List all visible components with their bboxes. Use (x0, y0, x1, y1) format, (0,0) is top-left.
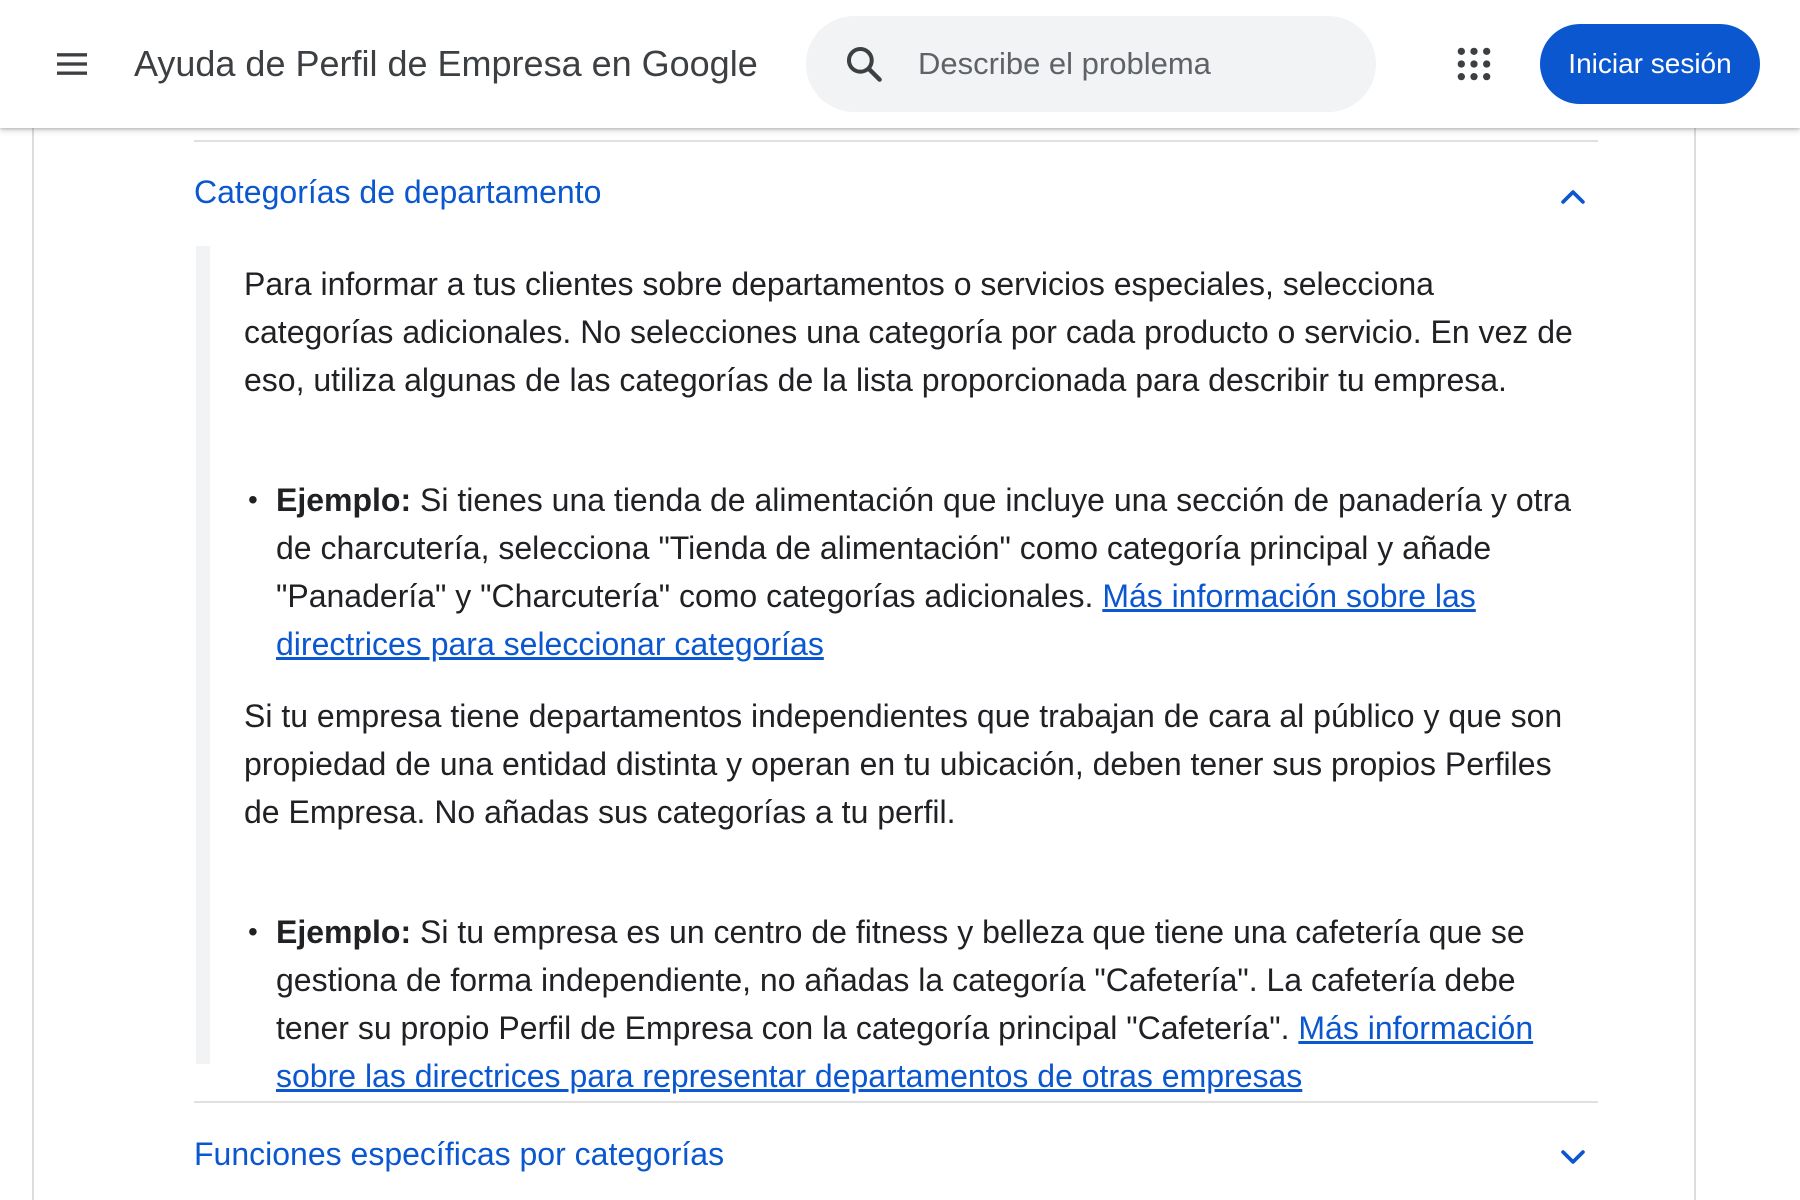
paragraph-text: Si tu empresa tiene departamentos indepe… (244, 698, 1563, 830)
top-app-bar: Ayuda de Perfil de Empresa en Google Ini… (0, 0, 1800, 128)
chevron-up-icon[interactable] (1556, 180, 1590, 214)
article-card: Categorías de departamento Para informar… (32, 0, 1696, 1200)
accordion-title-funciones-especificas[interactable]: Funciones específicas por categorías (194, 1132, 724, 1176)
list-item: • Ejemplo: Si tienes una tienda de alime… (244, 476, 1584, 668)
bullet-marker: • (248, 916, 258, 947)
search-box[interactable] (806, 16, 1376, 112)
paragraph: Para informar a tus clientes sobre depar… (244, 260, 1584, 404)
signin-button[interactable]: Iniciar sesión (1540, 24, 1760, 104)
accordion-divider (194, 140, 1598, 142)
apps-grid-icon (1457, 47, 1491, 81)
bullet-marker: • (248, 484, 258, 515)
main-menu-button[interactable] (42, 34, 102, 94)
app-title[interactable]: Ayuda de Perfil de Empresa en Google (134, 38, 758, 90)
accordion-content: Para informar a tus clientes sobre depar… (196, 246, 1596, 1094)
paragraph: Si tu empresa tiene departamentos indepe… (244, 692, 1584, 836)
search-icon[interactable] (842, 42, 886, 86)
accordion-divider (194, 1101, 1598, 1103)
accordion-title-categorias-departamento[interactable]: Categorías de departamento (194, 170, 601, 214)
chevron-down-icon[interactable] (1556, 1140, 1590, 1174)
search-input[interactable] (918, 16, 1348, 112)
google-apps-button[interactable] (1450, 40, 1498, 88)
menu-icon (57, 53, 87, 75)
bullet-text: • Ejemplo: Si tu empresa es un centro de… (244, 908, 1584, 1100)
example-label: Ejemplo: (276, 482, 412, 518)
list-item: • Ejemplo: Si tu empresa es un centro de… (244, 908, 1584, 1100)
paragraph-text: Para informar a tus clientes sobre depar… (244, 266, 1573, 398)
bullet-text: • Ejemplo: Si tienes una tienda de alime… (244, 476, 1584, 668)
example-label: Ejemplo: (276, 914, 412, 950)
